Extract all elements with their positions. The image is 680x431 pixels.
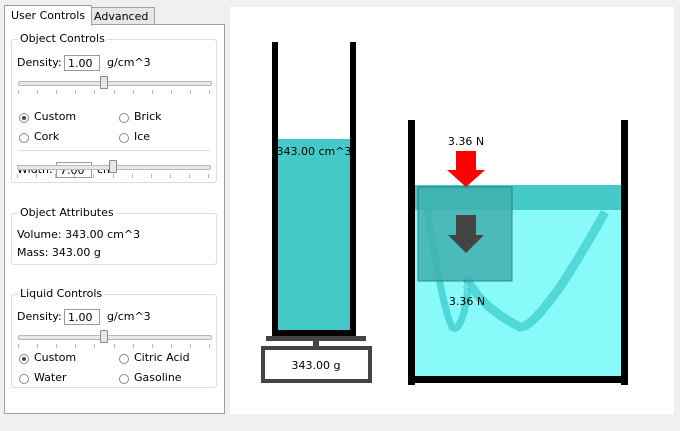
slider-tick xyxy=(131,174,133,178)
slider-tick xyxy=(56,90,58,94)
slider-tick xyxy=(74,174,76,178)
liquid-controls-title: Liquid Controls xyxy=(18,287,105,301)
scale-reading: 343.00 g xyxy=(292,359,341,372)
slider-tick xyxy=(36,174,38,178)
simulation-canvas: 343.00 cm^3 343.00 g 3.36 N 3.36 N xyxy=(230,7,674,414)
slider-tick xyxy=(94,90,96,94)
object-attributes-title: Object Attributes xyxy=(18,206,116,220)
controls-panel: Object Controls Density: 1.00 g/cm^3 Cus… xyxy=(4,24,225,414)
object-density-slider-ticks xyxy=(18,90,210,94)
slider-tick xyxy=(75,344,77,348)
slider-tick xyxy=(18,90,19,94)
object-controls-title: Object Controls xyxy=(18,32,107,46)
material-brick-label[interactable]: Brick xyxy=(134,109,162,125)
object-density-slider-thumb[interactable] xyxy=(100,76,109,89)
tank-right-wall xyxy=(621,120,628,385)
slider-tick xyxy=(37,90,39,94)
material-cork-label[interactable]: Cork xyxy=(34,129,59,145)
slider-tick xyxy=(189,90,191,94)
slider-tick xyxy=(37,344,39,348)
object-attributes-group: Object Attributes Volume: 343.00 cm^3 Ma… xyxy=(11,206,217,265)
slider-tick xyxy=(170,344,172,348)
liquid-density-slider[interactable] xyxy=(18,335,212,340)
material-custom-radio[interactable] xyxy=(19,113,29,123)
slider-tick xyxy=(55,174,57,178)
force-top-arrow xyxy=(447,151,485,187)
object-density-spinner[interactable]: 1.00 xyxy=(64,55,100,71)
object-volume-text: Volume: 343.00 cm^3 xyxy=(17,228,141,241)
liquid-citric-acid-radio[interactable] xyxy=(119,354,129,364)
slider-tick xyxy=(188,174,190,178)
slider-tick xyxy=(17,174,18,178)
liquid-citric-acid-label[interactable]: Citric Acid xyxy=(134,350,190,366)
object-width-slider-thumb[interactable] xyxy=(109,160,117,173)
slider-tick xyxy=(169,174,171,178)
cylinder-bottom xyxy=(272,330,356,336)
liquid-custom-label[interactable]: Custom xyxy=(34,350,76,366)
object-density-unit: g/cm^3 xyxy=(107,56,151,69)
liquid-water-radio[interactable] xyxy=(19,374,29,384)
slider-tick xyxy=(112,174,114,178)
slider-tick xyxy=(113,90,115,94)
liquid-density-unit: g/cm^3 xyxy=(107,310,151,323)
slider-tick xyxy=(151,344,153,348)
slider-tick xyxy=(209,90,210,94)
slider-tick xyxy=(75,90,77,94)
slider-tick xyxy=(209,344,210,348)
liquid-gasoline-radio[interactable] xyxy=(119,374,129,384)
object-density-slider[interactable] xyxy=(18,81,212,86)
liquid-gasoline-label[interactable]: Gasoline xyxy=(134,370,182,386)
cylinder-liquid xyxy=(274,139,354,331)
tab-user-controls[interactable]: User Controls xyxy=(4,5,93,26)
cylinder-left-wall xyxy=(272,42,278,336)
slider-tick xyxy=(170,90,172,94)
object-controls-separator xyxy=(18,150,210,151)
liquid-density-label: Density: xyxy=(17,310,62,323)
cylinder-right-wall xyxy=(350,42,356,336)
material-brick-radio[interactable] xyxy=(119,113,129,123)
material-custom-label[interactable]: Custom xyxy=(34,109,76,125)
material-cork-radio[interactable] xyxy=(19,133,29,143)
force-top-label: 3.36 N xyxy=(448,135,484,148)
scale-platform xyxy=(266,336,366,341)
liquid-density-slider-ticks xyxy=(18,344,210,348)
liquid-density-slider-thumb[interactable] xyxy=(100,330,109,343)
tank-bottom xyxy=(408,376,628,383)
slider-tick xyxy=(18,344,19,348)
slider-tick xyxy=(132,344,134,348)
material-ice-label[interactable]: Ice xyxy=(134,129,150,145)
object-density-label: Density: xyxy=(17,56,62,69)
slider-tick xyxy=(94,344,96,348)
slider-tick xyxy=(132,90,134,94)
slider-tick xyxy=(189,344,191,348)
slider-tick xyxy=(56,344,58,348)
force-bottom-label: 3.36 N xyxy=(449,295,485,308)
material-ice-radio[interactable] xyxy=(119,133,129,143)
tab-advanced[interactable]: Advanced xyxy=(87,7,156,25)
slider-tick xyxy=(93,174,95,178)
slider-tick xyxy=(151,90,153,94)
liquid-controls-group: Liquid Controls Density: 1.00 g/cm^3 Cus… xyxy=(11,287,217,388)
object-width-slider-ticks xyxy=(17,174,209,178)
slider-tick xyxy=(113,344,115,348)
liquid-water-label[interactable]: Water xyxy=(34,370,67,386)
slider-tick xyxy=(208,174,209,178)
object-mass-text: Mass: 343.00 g xyxy=(17,246,101,259)
liquid-density-spinner[interactable]: 1.00 xyxy=(64,309,100,325)
liquid-custom-radio[interactable] xyxy=(19,354,29,364)
slider-tick xyxy=(150,174,152,178)
cylinder-volume-label: 343.00 cm^3 xyxy=(277,145,352,158)
tank-left-wall xyxy=(408,120,415,385)
